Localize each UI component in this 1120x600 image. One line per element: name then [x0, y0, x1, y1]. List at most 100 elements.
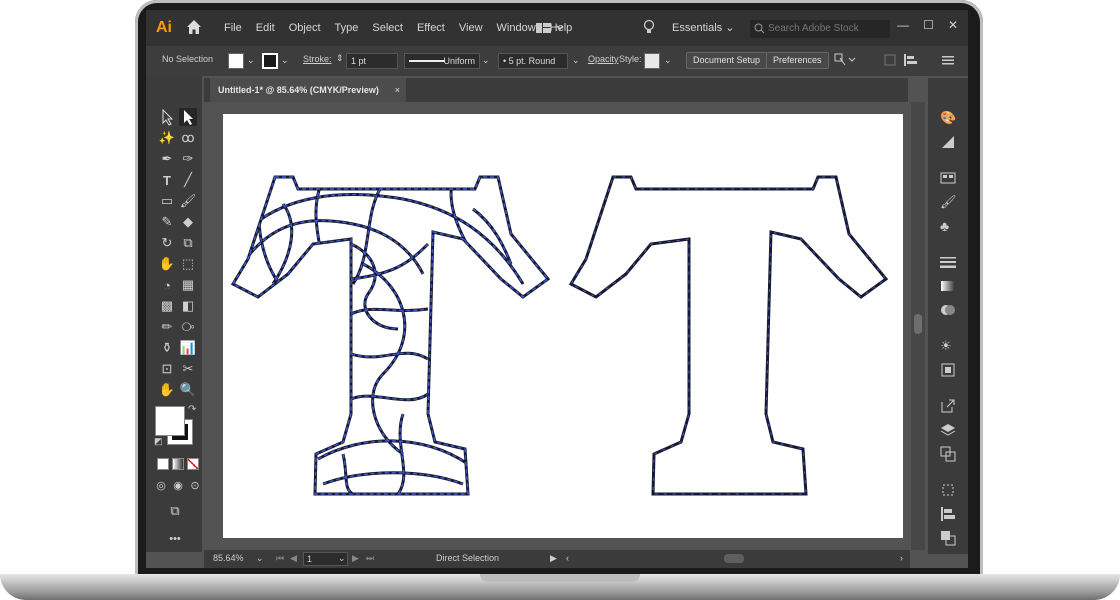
fill-swatch[interactable]	[228, 53, 244, 69]
maximize-button[interactable]: ☐	[923, 18, 934, 32]
opacity-label[interactable]: Opacity	[588, 54, 619, 64]
profile-chevron-icon[interactable]: ⌄	[482, 55, 490, 66]
magic-wand-icon[interactable]: ✨	[158, 129, 176, 147]
lightbulb-icon[interactable]	[643, 19, 655, 35]
zoom-level[interactable]: 85.64%	[213, 553, 244, 563]
symbols-icon[interactable]: ♣	[940, 218, 956, 234]
lasso-icon[interactable]: ꝏ	[179, 129, 197, 147]
stroke-label[interactable]: Stroke:	[303, 54, 332, 64]
stroke-weight-field[interactable]: 1 pt	[346, 53, 398, 69]
screen-mode-icon[interactable]: ⧉	[166, 502, 184, 520]
draw-behind-icon[interactable]: ◉	[169, 476, 187, 494]
artboard-chevron-icon[interactable]: ⌄	[338, 553, 346, 564]
type-tool-icon[interactable]: T	[158, 171, 176, 189]
hscroll-thumb[interactable]	[724, 554, 744, 563]
shape-builder-icon[interactable]: ◔	[158, 276, 176, 294]
blend-tool-icon[interactable]: ⧂	[179, 318, 197, 336]
fill-mode-color-button[interactable]	[157, 458, 169, 470]
edit-toolbar-icon[interactable]: •••	[166, 530, 184, 548]
transform-panel-icon[interactable]	[940, 482, 956, 498]
style-swatch[interactable]	[644, 53, 660, 69]
transform-icon[interactable]	[884, 54, 896, 66]
fill-mode-gradient-button[interactable]	[172, 458, 184, 470]
layers-icon[interactable]	[940, 422, 956, 438]
mesh-tool-icon[interactable]: ▩	[158, 297, 176, 315]
perspective-grid-icon[interactable]: ▦	[179, 276, 197, 294]
brushes-icon[interactable]: 🖌	[940, 194, 957, 210]
align-panel-icon[interactable]	[940, 506, 956, 522]
warp-tool-icon[interactable]: ✋	[158, 255, 176, 273]
workspace-switcher-icon[interactable]	[536, 22, 566, 34]
line-tool-icon[interactable]: ╱	[179, 171, 197, 189]
zoom-tool-icon[interactable]: 🔍	[179, 381, 197, 399]
artboards-icon[interactable]	[940, 446, 956, 462]
stroke-panel-icon[interactable]	[940, 254, 956, 270]
right-t-letter[interactable]	[569, 175, 888, 496]
draw-inside-icon[interactable]: ⊙	[186, 476, 204, 494]
stepper-icon[interactable]: ⇕	[336, 53, 344, 64]
menu-file[interactable]: File	[224, 22, 242, 34]
first-artboard-icon[interactable]: ⏮	[276, 553, 284, 564]
align-icon[interactable]	[904, 54, 918, 66]
graph-tool-icon[interactable]: 📊	[179, 339, 197, 357]
document-setup-button[interactable]: Document Setup	[686, 52, 768, 69]
status-menu-arrow-icon[interactable]: ▶	[550, 553, 557, 564]
gradient-tool-icon[interactable]: ◧	[179, 297, 197, 315]
pathfinder-icon[interactable]	[940, 530, 956, 546]
gradient-panel-icon[interactable]	[940, 278, 956, 294]
menu-effect[interactable]: Effect	[417, 22, 445, 34]
scale-tool-icon[interactable]: ⧉	[179, 234, 197, 252]
slice-tool-icon[interactable]: ✂	[179, 360, 197, 378]
fill-dropdown-chevron-icon[interactable]: ⌄	[247, 55, 255, 66]
menu-object[interactable]: Object	[289, 22, 321, 34]
eraser-icon[interactable]: ◆	[179, 213, 197, 231]
artwork[interactable]	[223, 114, 903, 538]
next-artboard-icon[interactable]: ▶	[352, 553, 359, 564]
fill-color-swatch[interactable]	[155, 406, 185, 436]
hscroll-right-icon[interactable]: ›	[900, 553, 903, 563]
draw-normal-icon[interactable]: ◎	[152, 476, 170, 494]
style-chevron-icon[interactable]: ⌄	[664, 55, 672, 66]
rotate-tool-icon[interactable]: ↻	[158, 234, 176, 252]
selection-tool-icon[interactable]	[158, 108, 176, 126]
transparency-icon[interactable]	[940, 302, 956, 318]
swap-colors-icon[interactable]: ↷	[188, 404, 196, 415]
menu-window[interactable]: Window	[497, 22, 536, 34]
canvas-area[interactable]	[204, 102, 908, 550]
last-artboard-icon[interactable]: ⏭	[366, 553, 374, 564]
document-tab[interactable]: Untitled-1* @ 85.64% (CMYK/Preview) ×	[210, 78, 406, 102]
rectangle-tool-icon[interactable]: ▭	[158, 192, 176, 210]
symbol-sprayer-icon[interactable]: ⚱	[158, 339, 176, 357]
brush-dropdown[interactable]: • 5 pt. Round	[498, 53, 568, 69]
artboard-tool-icon[interactable]: ⊡	[158, 360, 176, 378]
eyedropper-icon[interactable]: ✏	[158, 318, 176, 336]
brush-chevron-icon[interactable]: ⌄	[572, 55, 580, 66]
stroke-profile-dropdown[interactable]: Uniform	[404, 53, 480, 69]
left-t-letter[interactable]	[231, 175, 550, 496]
pen-tool-icon[interactable]: ✒	[158, 150, 176, 168]
menu-edit[interactable]: Edit	[256, 22, 275, 34]
export-icon[interactable]	[940, 398, 956, 414]
artboard[interactable]	[223, 114, 903, 538]
minimize-button[interactable]: —	[897, 18, 909, 32]
home-icon[interactable]	[186, 19, 202, 35]
paintbrush-icon[interactable]: 🖌	[179, 192, 197, 210]
menu-type[interactable]: Type	[335, 22, 359, 34]
shaper-tool-icon[interactable]: ✎	[158, 213, 176, 231]
swatches-icon[interactable]	[940, 170, 956, 186]
close-button[interactable]: ✕	[948, 18, 958, 32]
color-panel-icon[interactable]: 🎨	[940, 110, 956, 126]
hscroll-left-icon[interactable]: ‹	[566, 553, 569, 563]
vertical-scrollbar[interactable]	[911, 102, 925, 550]
appearance-icon[interactable]: ☀	[940, 338, 956, 354]
fill-mode-none-button[interactable]	[187, 458, 199, 470]
panel-menu-icon[interactable]	[942, 54, 954, 66]
preferences-button[interactable]: Preferences	[766, 52, 829, 69]
prev-artboard-icon[interactable]: ◀	[290, 553, 297, 564]
stroke-swatch[interactable]	[262, 53, 278, 69]
select-similar-icon[interactable]	[834, 53, 856, 67]
tab-close-icon[interactable]: ×	[395, 78, 400, 102]
graphic-styles-icon[interactable]	[940, 362, 956, 378]
scrollbar-thumb[interactable]	[914, 314, 922, 334]
free-transform-icon[interactable]: ⬚	[179, 255, 197, 273]
